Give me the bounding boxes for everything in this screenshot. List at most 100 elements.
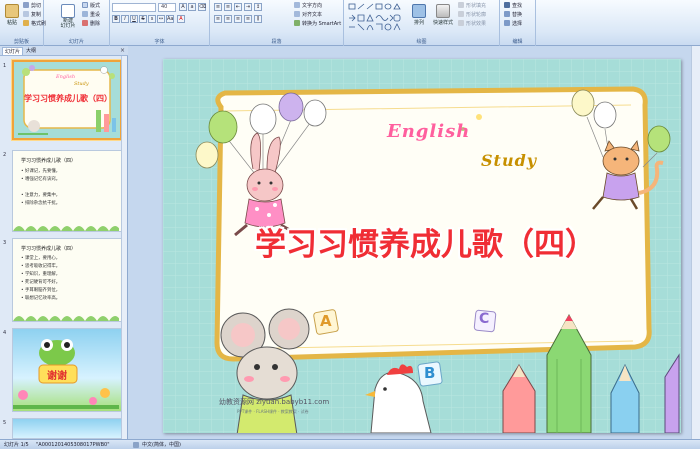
align-left-button[interactable]: ≡ (214, 15, 222, 23)
smartart-icon (294, 20, 300, 26)
format-painter-button[interactable]: 格式刷 (23, 20, 46, 29)
paste-icon (5, 4, 19, 18)
reset-button[interactable]: 重设 (82, 11, 100, 20)
align-text-button[interactable]: 对齐文本 (294, 11, 322, 20)
panel-scrollbar[interactable] (121, 56, 127, 439)
slide-thumbnail-2[interactable]: 学习习惯养成儿歌（四） • 好课记，先要懂， • 嗜强记忆有诀窍。 • 注意力，… (12, 150, 122, 232)
thumb-3-line: • 思考吸收记得牢。 (21, 264, 61, 269)
delete-slide-button[interactable]: 删除 (82, 20, 100, 29)
slides-panel: 幻灯片 大纲 × 1 English Study 学习习惯养成儿歌（四） 2 学… (0, 46, 128, 439)
layout-button[interactable]: 版式 (82, 2, 100, 11)
slides-group: 新建 幻灯片 版式 重设 删除 幻灯片 (44, 0, 110, 46)
new-slide-icon (61, 4, 75, 18)
shapes-gallery[interactable] (348, 3, 404, 31)
thumb-3-line: • 联想记忆效率高。 (21, 296, 61, 301)
slide-thumbnail-3[interactable]: 学习习惯养成儿歌（四） • 课堂上，要用心， • 思考吸收记得牢。 • 学知识，… (12, 238, 122, 322)
text-direction-button[interactable]: 文字方向 (294, 2, 322, 11)
thumb-2-line: • 好课记，先要懂， (21, 169, 61, 174)
copy-icon (23, 11, 29, 17)
slide-number: 1 (3, 63, 7, 69)
ribbon: 粘贴 剪切 复制 格式刷 剪贴板 新建 幻灯片 版式 重设 删除 幻灯片 40 … (0, 0, 700, 46)
convert-smartart-button[interactable]: 转换为 SmartArt (294, 20, 341, 29)
grow-font-button[interactable]: A (179, 3, 187, 11)
thumb-3-line: • 手耳眼脑齐到位， (21, 288, 61, 293)
text-direction-icon (294, 2, 300, 8)
slide-title[interactable]: 学习习惯养成儿歌（四） (255, 219, 596, 264)
slide-number: 3 (3, 240, 7, 246)
theme-name: "A0001201405308017PWB0" (36, 442, 110, 448)
slide-thumbnail-1[interactable]: English Study 学习习惯养成儿歌（四） (12, 60, 122, 140)
numbering-button[interactable]: ≡ (224, 3, 232, 11)
decrease-indent-button[interactable]: ⇤ (234, 3, 242, 11)
font-group: 40 A a ⌫ B I U S s ↔ Aa A 字体 (110, 0, 210, 46)
shrink-font-button[interactable]: a (188, 3, 196, 11)
layout-icon (82, 2, 88, 8)
slide-canvas[interactable]: A B C English Study 学习习惯养成儿歌（四） 幼教资源网 zi… (163, 59, 681, 433)
case-button[interactable]: Aa (166, 15, 174, 23)
paste-button[interactable]: 粘贴 (3, 4, 21, 26)
thumb-2-line: • 注意力，要集中， (21, 193, 61, 198)
watermark: 幼教资源网 ziyuan.babyb11.com (219, 398, 330, 406)
thumb-1-title: 学习习惯养成儿歌（四） (24, 94, 112, 103)
language[interactable]: 中文(简体，中国) (142, 441, 181, 449)
font-name-field[interactable] (112, 3, 156, 12)
panel-tabs: 幻灯片 大纲 × (0, 46, 128, 56)
study-text: Study (481, 151, 538, 170)
paragraph-group: ≡ ≡ ⇤ ⇥ ↕ ≡ ≡ ≡ ≡ ⫼ 文字方向 对齐文本 转换为 SmartA… (210, 0, 344, 46)
brush-icon (23, 20, 29, 26)
drawing-group: 排列 快速样式 形状填充 形状轮廓 形状效果 绘图 (344, 0, 500, 46)
slide-editing-area: A B C English Study 学习习惯养成儿歌（四） 幼教资源网 zi… (129, 46, 700, 439)
copy-button[interactable]: 复制 (23, 11, 41, 20)
fill-icon (458, 2, 464, 8)
align-center-button[interactable]: ≡ (224, 15, 232, 23)
tab-slides[interactable]: 幻灯片 (2, 47, 24, 55)
find-button[interactable]: 查找 (504, 2, 522, 11)
quick-styles-button[interactable]: 快速样式 (432, 4, 454, 26)
spacing-button[interactable]: ↔ (157, 15, 165, 23)
clear-format-button[interactable]: ⌫ (198, 3, 206, 11)
slide-number: 5 (3, 420, 7, 426)
select-button[interactable]: 选择 (504, 20, 522, 29)
columns-button[interactable]: ⫼ (254, 15, 262, 23)
slide-number: 4 (3, 330, 7, 336)
binoculars-icon (504, 2, 510, 8)
font-color-button[interactable]: A (177, 15, 185, 23)
strikethrough-button[interactable]: S (139, 15, 147, 23)
arrange-button[interactable]: 排列 (410, 4, 428, 26)
shadow-button[interactable]: s (148, 15, 156, 23)
replace-button[interactable]: 替换 (504, 11, 522, 20)
grass-decoration (13, 316, 119, 321)
tab-outline[interactable]: 大纲 (24, 47, 38, 55)
italic-button[interactable]: I (121, 15, 129, 23)
justify-button[interactable]: ≡ (244, 15, 252, 23)
replace-icon (504, 11, 510, 17)
close-icon[interactable]: × (120, 47, 125, 55)
bold-button[interactable]: B (112, 15, 120, 23)
slide-thumbnail-5[interactable] (12, 418, 122, 439)
main-scrollbar[interactable] (691, 46, 700, 439)
slide-number: 2 (3, 152, 7, 158)
thumb-2-line: • 嗜强记忆有诀窍。 (21, 177, 61, 182)
cursor-icon (504, 20, 510, 26)
shape-fill-button[interactable]: 形状填充 (458, 2, 486, 11)
cut-button[interactable]: 剪切 (23, 2, 41, 11)
block-letter-a: A (320, 312, 332, 330)
grass-decoration (13, 226, 119, 231)
reset-icon (82, 11, 88, 17)
shape-outline-button[interactable]: 形状轮廓 (458, 11, 486, 20)
slide-thumbnail-4[interactable]: 谢谢 (12, 328, 122, 412)
thumb-3-line: • 学知识，重理解， (21, 272, 61, 277)
align-right-button[interactable]: ≡ (234, 15, 242, 23)
increase-indent-button[interactable]: ⇥ (244, 3, 252, 11)
font-size-field[interactable]: 40 (158, 3, 176, 12)
spellcheck-icon (133, 442, 139, 448)
new-slide-button[interactable]: 新建 幻灯片 (58, 4, 78, 29)
line-spacing-button[interactable]: ↕ (254, 3, 262, 11)
align-text-icon (294, 11, 300, 17)
english-text: English (387, 121, 471, 142)
bullets-button[interactable]: ≡ (214, 3, 222, 11)
shape-effects-button[interactable]: 形状效果 (458, 20, 486, 29)
underline-button[interactable]: U (130, 15, 138, 23)
quick-styles-icon (436, 4, 450, 18)
watermark-subtitle: PPT课件 · FLASH课件 · 教案教案 · 试卷 (237, 409, 309, 414)
